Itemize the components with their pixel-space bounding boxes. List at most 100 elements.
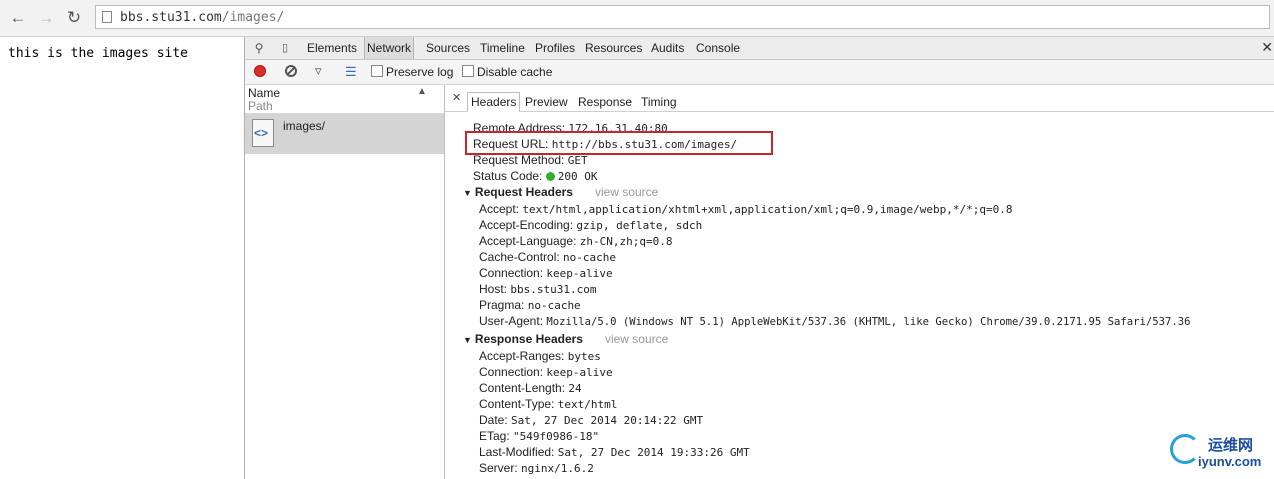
section-title: Response Headers <box>474 332 583 346</box>
column-path: Path <box>248 99 273 113</box>
header-line: Cache-Control: no-cache <box>479 249 616 265</box>
header-value: no-cache <box>563 251 617 264</box>
disable-cache-checkbox[interactable]: Disable cache <box>462 64 552 80</box>
header-value: nginx/1.6.2 <box>521 462 594 475</box>
tab-timeline[interactable]: Timeline <box>478 37 527 59</box>
devtools-panel: ⚲ ▯ Elements Network Sources Timeline Pr… <box>244 37 1274 479</box>
filter-icon[interactable]: ▿ <box>315 63 322 79</box>
swirl-logo-icon <box>1170 434 1200 464</box>
header-key: Content-Type: <box>479 397 555 411</box>
html-document-icon: <> <box>252 119 274 147</box>
header-line: Content-Type: text/html <box>479 396 617 412</box>
header-key: Connection: <box>479 365 544 379</box>
header-line: Date: Sat, 27 Dec 2014 20:14:22 GMT <box>479 412 703 428</box>
header-key: Request Method: <box>473 153 565 167</box>
header-value: "549f0986-18" <box>513 430 600 443</box>
record-button[interactable] <box>254 65 266 77</box>
reload-icon[interactable]: ↻ <box>64 8 84 28</box>
tab-profiles[interactable]: Profiles <box>533 37 577 59</box>
header-line: Connection: keep-alive <box>479 265 613 281</box>
header-line: ETag: "549f0986-18" <box>479 428 599 444</box>
tab-elements[interactable]: Elements <box>305 37 359 59</box>
browser-toolbar: ← → ↻ bbs.stu31.com/images/ <box>0 0 1274 37</box>
devtools-tabbar: ⚲ ▯ Elements Network Sources Timeline Pr… <box>245 37 1274 60</box>
large-rows-icon[interactable]: ☰ <box>345 64 357 80</box>
close-devtools-icon[interactable]: ✕ <box>1261 39 1273 56</box>
header-line: User-Agent: Mozilla/5.0 (Windows NT 5.1)… <box>479 313 1274 329</box>
header-value: text/html <box>557 398 618 411</box>
tab-sources[interactable]: Sources <box>424 37 472 59</box>
header-line: Accept-Language: zh-CN,zh;q=0.8 <box>479 233 672 249</box>
tab-console[interactable]: Console <box>694 37 742 59</box>
request-list-header[interactable]: Name Path ▲ <box>245 85 444 114</box>
detail-tabbar: ✕ Headers Preview Response Timing <box>445 89 1274 112</box>
url-text[interactable]: bbs.stu31.com/images/ <box>120 10 284 25</box>
address-bar[interactable]: bbs.stu31.com/images/ <box>95 5 1270 29</box>
view-source-link[interactable]: view source <box>605 332 668 346</box>
device-mode-icon[interactable]: ▯ <box>277 40 293 56</box>
header-key: Cache-Control: <box>479 250 560 264</box>
tab-headers[interactable]: Headers <box>467 92 521 112</box>
header-line: Pragma: no-cache <box>479 297 581 313</box>
clear-icon[interactable] <box>285 65 297 77</box>
expand-triangle-icon[interactable]: ▼ <box>463 188 472 198</box>
header-key: Accept-Language: <box>479 234 577 248</box>
header-key: Host: <box>479 282 508 296</box>
header-line: Last-Modified: Sat, 27 Dec 2014 19:33:26… <box>479 444 750 460</box>
header-line: Status Code: 200 OK <box>473 168 597 184</box>
header-value: keep-alive <box>546 366 613 379</box>
tab-preview[interactable]: Preview <box>523 92 570 112</box>
expand-triangle-icon[interactable]: ▼ <box>463 335 472 345</box>
header-line: Server: nginx/1.6.2 <box>479 460 594 476</box>
header-key: Accept-Ranges: <box>479 349 565 363</box>
header-key: Status Code: <box>473 169 543 183</box>
header-key: Content-Length: <box>479 381 566 395</box>
header-key: Accept-Encoding: <box>479 218 574 232</box>
status-ok-icon <box>545 172 555 181</box>
request-name: images/ <box>283 119 326 133</box>
header-line: Host: bbs.stu31.com <box>479 281 596 297</box>
section-title: Request Headers <box>474 185 573 199</box>
page-body-text: this is the images site <box>8 46 189 61</box>
preserve-log-checkbox[interactable]: Preserve log <box>371 64 453 80</box>
header-value: keep-alive <box>546 267 613 280</box>
header-value: Mozilla/5.0 (Windows NT 5.1) AppleWebKit… <box>546 316 1191 328</box>
forward-arrow-icon[interactable]: → <box>36 8 56 28</box>
back-arrow-icon[interactable]: ← <box>8 8 28 28</box>
request-row[interactable]: <> images/ <box>245 114 444 154</box>
response-headers-section[interactable]: ▼ Response Headers view source <box>463 331 668 347</box>
search-icon[interactable]: ⚲ <box>251 40 267 56</box>
disable-cache-label: Disable cache <box>477 65 553 79</box>
header-line: Accept-Encoding: gzip, deflate, sdch <box>479 217 702 233</box>
tab-resources[interactable]: Resources <box>583 37 644 59</box>
tab-audits[interactable]: Audits <box>649 37 686 59</box>
close-details-icon[interactable]: ✕ <box>452 91 461 104</box>
tab-response[interactable]: Response <box>576 92 634 112</box>
header-value: 200 OK <box>557 170 598 183</box>
view-source-link[interactable]: view source <box>595 185 658 199</box>
checkbox-icon[interactable] <box>371 65 383 77</box>
network-toolbar: ▿ ☰ Preserve log Disable cache <box>245 60 1274 85</box>
request-headers-section[interactable]: ▼ Request Headers view source <box>463 184 658 200</box>
header-value: bytes <box>567 350 601 363</box>
header-line: Accept-Ranges: bytes <box>479 348 601 364</box>
sort-asc-icon[interactable]: ▲ <box>417 86 427 97</box>
header-key: Accept: <box>479 202 520 216</box>
header-value: no-cache <box>527 299 581 312</box>
header-key: Connection: <box>479 266 544 280</box>
column-name[interactable]: Name <box>248 86 280 100</box>
header-key: Server: <box>479 461 518 475</box>
page-icon <box>102 11 112 23</box>
header-value: GET <box>567 154 588 167</box>
header-key: Pragma: <box>479 298 525 312</box>
watermark-en: iyunv.com <box>1198 454 1262 469</box>
header-key: User-Agent: <box>479 314 544 328</box>
header-value: gzip, deflate, sdch <box>576 219 703 232</box>
tab-timing[interactable]: Timing <box>639 92 679 112</box>
url-host: bbs.stu31.com <box>120 10 222 25</box>
tab-network[interactable]: Network <box>364 37 415 59</box>
highlight-box <box>465 131 773 155</box>
header-line: Accept: text/html,application/xhtml+xml,… <box>479 201 1012 217</box>
checkbox-icon[interactable] <box>462 65 474 77</box>
header-value: Sat, 27 Dec 2014 20:14:22 GMT <box>511 414 704 427</box>
